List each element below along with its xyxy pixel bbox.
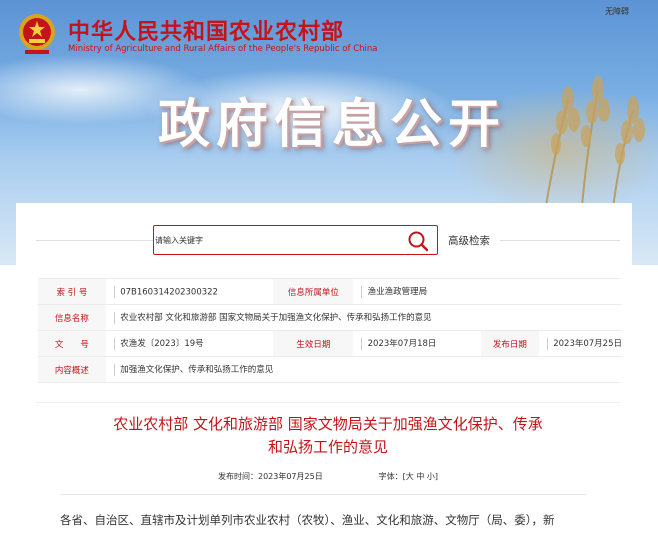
- separator: [546, 337, 548, 350]
- separator: [361, 285, 363, 298]
- index-number-label: 索 引 号: [38, 278, 106, 305]
- summary-text: 加强渔文化保护、传承和弘扬工作的意见: [120, 365, 274, 376]
- search-icon[interactable]: [407, 230, 429, 252]
- index-number-text: 07B160314202300322: [120, 287, 218, 297]
- font-size-label: 字体：: [378, 472, 403, 481]
- doc-number-text: 农渔发〔2023〕19号: [120, 339, 204, 350]
- separator: [361, 337, 363, 350]
- summary-label: 内容概述: [38, 356, 106, 383]
- index-number-value: 07B160314202300322: [105, 278, 270, 305]
- department-value: 渔业渔政管理局: [353, 278, 622, 305]
- article-body: 各省、自治区、直辖市及计划单列市农业农村（农牧）、渔业、文化和旅游、文物厅（局、…: [60, 509, 588, 531]
- publish-date-value: 2023年07月25日: [538, 330, 622, 357]
- section-title: 政府信息公开: [158, 95, 507, 155]
- search-input[interactable]: [154, 226, 395, 254]
- publish-date-label: 发布日期: [480, 330, 539, 357]
- doc-number-value: 农渔发〔2023〕19号: [105, 330, 270, 357]
- article-title-line: 和弘扬工作的意见: [267, 438, 388, 456]
- info-name-value: 农业农村部 文化和旅游部 国家文物局关于加强渔文化保护、传承和弘扬工作的意见: [105, 304, 622, 331]
- site-subtitle: Ministry of Agriculture and Rural Affair…: [68, 44, 378, 54]
- department-label: 信息所属单位: [273, 278, 354, 305]
- accessibility-link[interactable]: 无障碍: [605, 6, 629, 17]
- font-bracket-close: ]: [434, 472, 438, 481]
- department-text: 渔业渔政管理局: [367, 287, 428, 298]
- font-size-small-button[interactable]: 小: [427, 472, 435, 481]
- publish-time-label: 发布时间：: [217, 472, 258, 481]
- doc-number-label: 文 号: [38, 330, 106, 357]
- effective-date-text: 2023年07月18日: [367, 339, 437, 350]
- document-metadata-table: 索 引 号 07B160314202300322 信息所属单位 渔业渔政管理局 …: [38, 278, 622, 383]
- search-divider-left: [36, 240, 153, 241]
- publish-date-text: 2023年07月25日: [553, 339, 622, 350]
- publish-time-value: 2023年07月25日: [257, 472, 323, 481]
- search-box: [153, 225, 438, 255]
- effective-date-value: 2023年07月18日: [353, 330, 481, 357]
- article-paragraph: 各省、自治区、直辖市及计划单列市农业农村（农牧）、渔业、文化和旅游、文物厅（局、…: [60, 513, 555, 527]
- effective-date-label: 生效日期: [273, 330, 354, 357]
- site-title[interactable]: 中华人民共和国农业农村部: [68, 14, 344, 46]
- search-divider-right: [500, 240, 620, 241]
- article-title-line: 农业农村部 文化和旅游部 国家文物局关于加强渔文化保护、传承: [113, 415, 543, 433]
- font-size-medium-button[interactable]: 中: [416, 472, 424, 481]
- info-name-text: 农业农村部 文化和旅游部 国家文物局关于加强渔文化保护、传承和弘扬工作的意见: [120, 313, 432, 324]
- font-size-large-button[interactable]: 大: [406, 472, 414, 481]
- table-row: 信息名称 农业农村部 文化和旅游部 国家文物局关于加强渔文化保护、传承和弘扬工作…: [38, 304, 622, 331]
- advanced-search-link[interactable]: 高级检索: [448, 233, 490, 248]
- table-row: 内容概述 加强渔文化保护、传承和弘扬工作的意见: [38, 356, 622, 383]
- article-divider: [60, 494, 586, 495]
- summary-value: 加强渔文化保护、传承和弘扬工作的意见: [105, 356, 622, 383]
- national-emblem-icon: [19, 14, 55, 54]
- separator: [113, 285, 115, 298]
- article-meta: 发布时间：2023年07月25日 字体：[大 中 小]: [40, 471, 616, 482]
- separator: [113, 363, 115, 376]
- table-row: 文 号 农渔发〔2023〕19号 生效日期 2023年07月18日 发布日期 2…: [38, 330, 622, 357]
- info-name-label: 信息名称: [38, 304, 106, 331]
- separator: [113, 311, 115, 324]
- table-row: 索 引 号 07B160314202300322 信息所属单位 渔业渔政管理局: [38, 278, 622, 305]
- separator: [113, 337, 115, 350]
- article-title: 农业农村部 文化和旅游部 国家文物局关于加强渔文化保护、传承 和弘扬工作的意见: [40, 413, 616, 459]
